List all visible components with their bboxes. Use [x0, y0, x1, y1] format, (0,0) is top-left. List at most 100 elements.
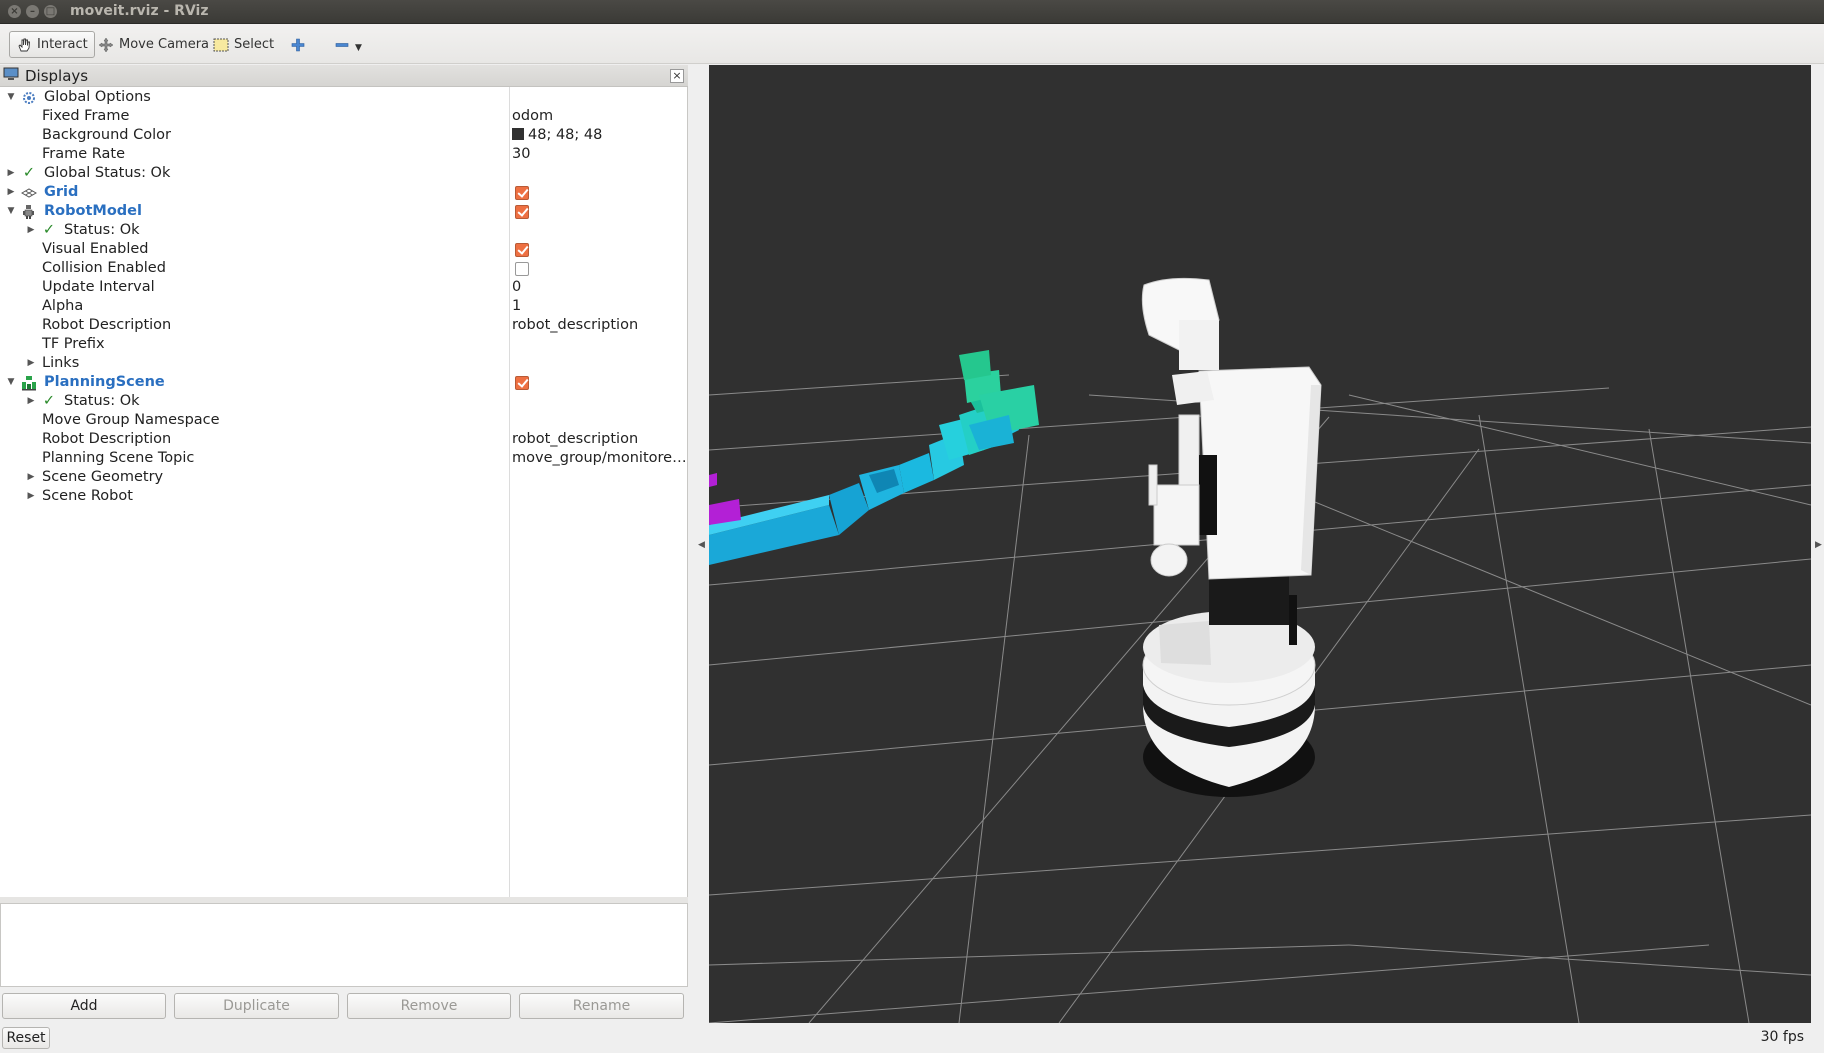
close-panel-icon[interactable]: × [670, 69, 684, 83]
duplicate-display-button[interactable]: Duplicate [174, 993, 339, 1019]
tree-row-value: 48; 48; 48 [528, 127, 603, 143]
tree-row-links[interactable]: ▶ Links [0, 354, 688, 373]
select-rect-icon [213, 38, 229, 52]
expand-arrow-icon[interactable]: ▼ [6, 202, 16, 221]
move-camera-label: Move Camera [119, 37, 210, 52]
tree-row-robot-model[interactable]: ▼ RobotModel [0, 202, 688, 221]
tree-row-label: Global Status: Ok [44, 165, 171, 181]
displays-panel-header: Displays × [0, 65, 688, 87]
collapse-arrow-icon[interactable]: ▶ [26, 487, 36, 506]
tree-row-fixed-frame[interactable]: Fixed Frame odom [0, 107, 688, 126]
move-arrows-icon [98, 37, 114, 53]
tree-row-update-interval[interactable]: Update Interval 0 [0, 278, 688, 297]
planning-scene-icon [21, 373, 37, 392]
tree-row-global-options[interactable]: ▼ Global Options [0, 88, 688, 107]
tree-row-label: Robot Description [42, 431, 172, 447]
tree-row-scene-geometry[interactable]: ▶ Scene Geometry [0, 468, 688, 487]
tree-row-label: Global Options [44, 89, 151, 105]
add-display-button[interactable]: Add [2, 993, 166, 1019]
tree-row-robot-status[interactable]: ▶ ✓ Status: Ok [0, 221, 688, 240]
tree-row-label: Status: Ok [64, 393, 140, 409]
color-swatch [512, 128, 524, 140]
reset-button[interactable]: Reset [2, 1027, 50, 1049]
tree-row-label: PlanningScene [44, 374, 165, 390]
toolbar: Interact Move Camera Select ▼ [0, 24, 1824, 64]
chevron-down-icon: ▼ [355, 42, 362, 53]
tree-row-value[interactable]: 30 [512, 145, 530, 164]
tree-row-planning-scene-topic[interactable]: Planning Scene Topic move_group/monitore… [0, 449, 688, 468]
tree-row-robot-description[interactable]: Robot Description robot_description [0, 316, 688, 335]
close-window-icon[interactable]: × [8, 5, 21, 18]
select-tool-button[interactable]: Select [207, 31, 280, 58]
tree-row-visual-enabled[interactable]: Visual Enabled [0, 240, 688, 259]
displays-tree: ▼ Global Options Fixed Frame odom Backgr… [0, 87, 688, 897]
add-tool-button[interactable] [284, 31, 312, 58]
tree-row-background-color[interactable]: Background Color 48; 48; 48 [0, 126, 688, 145]
tree-row-label: Fixed Frame [42, 108, 130, 124]
tree-row-global-status[interactable]: ▶ ✓ Global Status: Ok [0, 164, 688, 183]
plus-icon [290, 37, 306, 53]
status-bar: Reset 30 fps [0, 1023, 1824, 1053]
tree-row-label: RobotModel [44, 203, 142, 219]
tree-row-planning-scene[interactable]: ▼ PlanningScene [0, 373, 688, 392]
expand-arrow-icon[interactable]: ▼ [6, 373, 16, 392]
tree-row-planning-status[interactable]: ▶ ✓ Status: Ok [0, 392, 688, 411]
tree-row-value[interactable]: move_group/monitore… [512, 449, 687, 468]
expand-arrow-icon[interactable]: ▼ [6, 88, 16, 107]
tree-row-move-group-namespace[interactable]: Move Group Namespace [0, 411, 688, 430]
select-label: Select [234, 37, 275, 52]
tree-row-value[interactable]: odom [512, 107, 553, 126]
tree-row-value[interactable]: robot_description [512, 430, 638, 449]
color-value-cell[interactable]: 48; 48; 48 [512, 126, 602, 145]
grid-enabled-checkbox[interactable] [515, 186, 529, 200]
collapse-right-dock-icon[interactable]: ▶ [1815, 540, 1822, 550]
tree-row-grid[interactable]: ▶ Grid [0, 183, 688, 202]
tree-row-label: Frame Rate [42, 146, 126, 162]
window-title: moveit.rviz - RViz [70, 3, 209, 19]
tree-row-label: Scene Robot [42, 488, 133, 504]
remove-tool-dropdown[interactable]: ▼ [328, 31, 368, 58]
collapse-arrow-icon[interactable]: ▶ [6, 183, 16, 202]
3d-render-viewport[interactable] [709, 65, 1811, 1023]
tree-row-scene-robot[interactable]: ▶ Scene Robot [0, 487, 688, 506]
collision-enabled-checkbox[interactable] [515, 262, 529, 276]
collapse-arrow-icon[interactable]: ▶ [26, 221, 36, 240]
interact-label: Interact [37, 37, 88, 52]
rename-display-button[interactable]: Rename [519, 993, 684, 1019]
monitor-icon [3, 67, 19, 85]
minus-icon [334, 37, 350, 53]
maximize-window-icon[interactable]: □ [44, 5, 57, 18]
tree-row-label: Grid [44, 184, 79, 200]
tree-row-label: Collision Enabled [42, 260, 166, 276]
tree-row-label: Move Group Namespace [42, 412, 220, 428]
collapse-arrow-icon[interactable]: ▶ [6, 164, 16, 183]
tree-row-collision-enabled[interactable]: Collision Enabled [0, 259, 688, 278]
move-camera-tool-button[interactable]: Move Camera [92, 31, 215, 58]
tree-row-scene-robot-description[interactable]: Robot Description robot_description [0, 430, 688, 449]
planning-scene-enabled-checkbox[interactable] [515, 376, 529, 390]
title-bar: × – □ moveit.rviz - RViz [0, 0, 1824, 24]
displays-title: Displays [25, 66, 89, 85]
tree-row-value[interactable]: 0 [512, 278, 521, 297]
tree-row-label: Status: Ok [64, 222, 140, 238]
interact-tool-button[interactable]: Interact [9, 31, 95, 58]
tree-row-value[interactable]: 1 [512, 297, 521, 316]
robot-model-enabled-checkbox[interactable] [515, 205, 529, 219]
tree-row-alpha[interactable]: Alpha 1 [0, 297, 688, 316]
visual-enabled-checkbox[interactable] [515, 243, 529, 257]
remove-display-button[interactable]: Remove [347, 993, 511, 1019]
grid-icon [21, 183, 37, 202]
collapse-left-dock-icon[interactable]: ◀ [698, 540, 705, 550]
tree-row-frame-rate[interactable]: Frame Rate 30 [0, 145, 688, 164]
tree-row-tf-prefix[interactable]: TF Prefix [0, 335, 688, 354]
collapse-arrow-icon[interactable]: ▶ [26, 354, 36, 373]
gear-icon [21, 88, 37, 107]
tree-row-value[interactable]: robot_description [512, 316, 638, 335]
tree-row-label: Robot Description [42, 317, 172, 333]
minimize-window-icon[interactable]: – [26, 5, 39, 18]
collapse-arrow-icon[interactable]: ▶ [26, 392, 36, 411]
collapse-arrow-icon[interactable]: ▶ [26, 468, 36, 487]
checkmark-icon: ✓ [22, 165, 36, 181]
tree-row-label: Update Interval [42, 279, 155, 295]
checkmark-icon: ✓ [42, 222, 56, 238]
